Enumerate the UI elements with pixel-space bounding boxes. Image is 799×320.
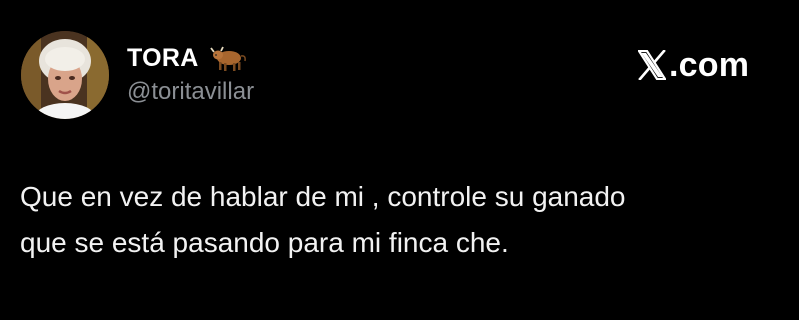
tweet-line: Que en vez de hablar de mi , controle su… xyxy=(20,181,626,212)
tweet-card: TORA @toritavillar .com Que en vez de ha… xyxy=(0,0,799,320)
profile-photo xyxy=(21,31,109,119)
x-logo-icon xyxy=(638,50,666,80)
ox-emoji-icon xyxy=(209,43,249,73)
display-name-row[interactable]: TORA xyxy=(127,40,249,76)
avatar[interactable] xyxy=(21,31,109,119)
display-name[interactable]: TORA xyxy=(127,44,199,73)
x-com-logo: .com xyxy=(638,42,749,88)
x-domain-text: .com xyxy=(669,45,750,84)
tweet-line: que se está pasando para mi finca che. xyxy=(20,227,509,258)
user-handle[interactable]: @toritavillar xyxy=(127,78,254,106)
tweet-text: Que en vez de hablar de mi , controle su… xyxy=(20,174,780,266)
